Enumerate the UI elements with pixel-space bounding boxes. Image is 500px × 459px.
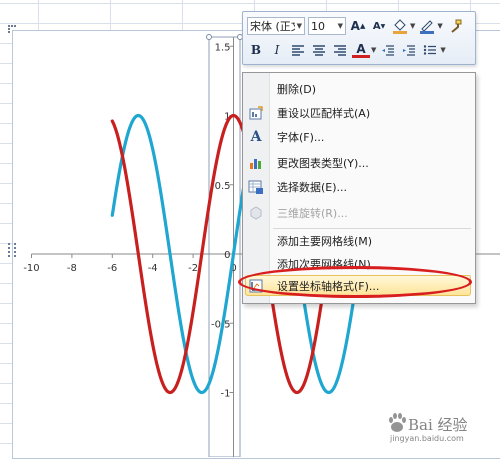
menu-item-label: 三维旋转(R)...	[277, 207, 348, 220]
reset-style-icon	[243, 105, 269, 121]
x-tick-label: -2	[188, 263, 198, 274]
menu-item-label: 字体(F)...	[277, 131, 325, 144]
italic-button[interactable]: I	[268, 41, 286, 59]
align-right-icon	[334, 45, 346, 56]
mini-toolbar: 宋体 (正文) ▼ 10 ▼ A▲ A▼ ▼ ▼	[242, 11, 476, 65]
format-painter-button[interactable]	[446, 17, 464, 35]
decrease-indent-button[interactable]	[379, 41, 397, 59]
grow-font-icon: A	[350, 19, 360, 33]
chevron-down-icon: ▼	[296, 22, 302, 30]
y-tick-label: 0	[224, 250, 230, 261]
shape-outline-button[interactable]	[418, 17, 436, 35]
menu-item-label: 选择数据(E)...	[277, 181, 348, 194]
menu-item-3d-rotation: 三维旋转(R)...	[243, 201, 475, 225]
shrink-font-button[interactable]: A ▼	[370, 17, 388, 35]
menu-item-label: 删除(D)	[277, 83, 317, 96]
font-icon: A	[250, 129, 262, 145]
baidu-paw-logo-icon	[389, 413, 406, 432]
increase-indent-button[interactable]	[400, 41, 418, 59]
y-tick-label: -1	[221, 389, 231, 400]
align-center-button[interactable]	[310, 41, 328, 59]
shrink-arrow-icon: ▼	[380, 22, 386, 30]
menu-item-label: 添加次要网格线(N)	[277, 258, 371, 271]
rotation-3d-icon	[243, 205, 269, 221]
watermark: Bai 经验 jingyan.baidu.com	[386, 408, 496, 452]
menu-item-label: 重设以匹配样式(A)	[277, 107, 371, 120]
y-tick-label: 1.5	[215, 42, 231, 53]
select-data-icon	[243, 179, 269, 195]
x-tick-label: -10	[23, 263, 39, 274]
paint-bucket-icon	[393, 19, 407, 34]
increase-indent-icon	[403, 45, 416, 56]
grow-arrow-icon: ▲	[359, 22, 366, 30]
menu-item-delete[interactable]: 删除(D)	[243, 77, 475, 101]
menu-item-label: 设置坐标轴格式(F)...	[277, 280, 380, 293]
menu-item-select-data[interactable]: 选择数据(E)...	[243, 175, 475, 199]
font-size-value: 10	[311, 19, 325, 33]
pen-outline-icon	[420, 20, 435, 34]
menu-item-label: 更改图表类型(Y)...	[277, 157, 369, 170]
bold-button[interactable]: B	[247, 41, 265, 59]
watermark-url: jingyan.baidu.com	[390, 434, 464, 443]
menu-item-change-chart-type[interactable]: 更改图表类型(Y)...	[243, 151, 475, 175]
menu-item-font[interactable]: A 字体(F)...	[243, 125, 475, 149]
context-menu: 删除(D) 重设以匹配样式(A) A 字体(F)... 更改图表类型(Y)...…	[242, 72, 476, 304]
align-right-button[interactable]	[331, 41, 349, 59]
menu-item-label: 添加主要网格线(M)	[277, 235, 373, 248]
x-tick-label: -4	[148, 263, 158, 274]
x-tick-label: -8	[67, 263, 77, 274]
bullet-list-icon	[424, 45, 437, 55]
menu-item-add-major-gridlines[interactable]: 添加主要网格线(M)	[243, 229, 475, 253]
chart-type-icon	[243, 155, 269, 171]
font-name-value: 宋体 (正文)	[250, 20, 295, 33]
bullets-button[interactable]	[421, 41, 439, 59]
format-painter-icon	[451, 19, 462, 33]
decrease-indent-icon	[382, 45, 395, 56]
grow-font-button[interactable]: A ▲	[349, 17, 367, 35]
align-center-icon	[313, 45, 325, 56]
chevron-down-icon[interactable]: ▼	[440, 46, 445, 54]
align-left-icon	[292, 45, 304, 56]
y-axis-selection-handle[interactable]	[206, 34, 212, 40]
font-color-button[interactable]: A	[352, 42, 370, 58]
watermark-text: Bai 经验	[408, 416, 468, 434]
chevron-down-icon[interactable]: ▼	[410, 22, 415, 30]
chevron-down-icon[interactable]: ▼	[437, 22, 442, 30]
x-tick-label: -6	[107, 263, 117, 274]
font-size-select[interactable]: 10 ▼	[308, 17, 346, 35]
axis-format-icon	[243, 278, 269, 294]
menu-item-format-axis[interactable]: 设置坐标轴格式(F)...	[243, 274, 475, 298]
font-name-select[interactable]: 宋体 (正文) ▼	[247, 17, 305, 35]
chevron-down-icon: ▼	[337, 22, 343, 30]
fill-color-button[interactable]	[391, 17, 409, 35]
chevron-down-icon[interactable]: ▼	[371, 46, 376, 54]
menu-item-reset-style[interactable]: 重设以匹配样式(A)	[243, 101, 475, 125]
menu-item-add-minor-gridlines[interactable]: 添加次要网格线(N)	[243, 252, 475, 276]
shrink-font-icon: A	[372, 20, 381, 32]
y-tick-label: 0.5	[215, 181, 231, 192]
align-left-button[interactable]	[289, 41, 307, 59]
